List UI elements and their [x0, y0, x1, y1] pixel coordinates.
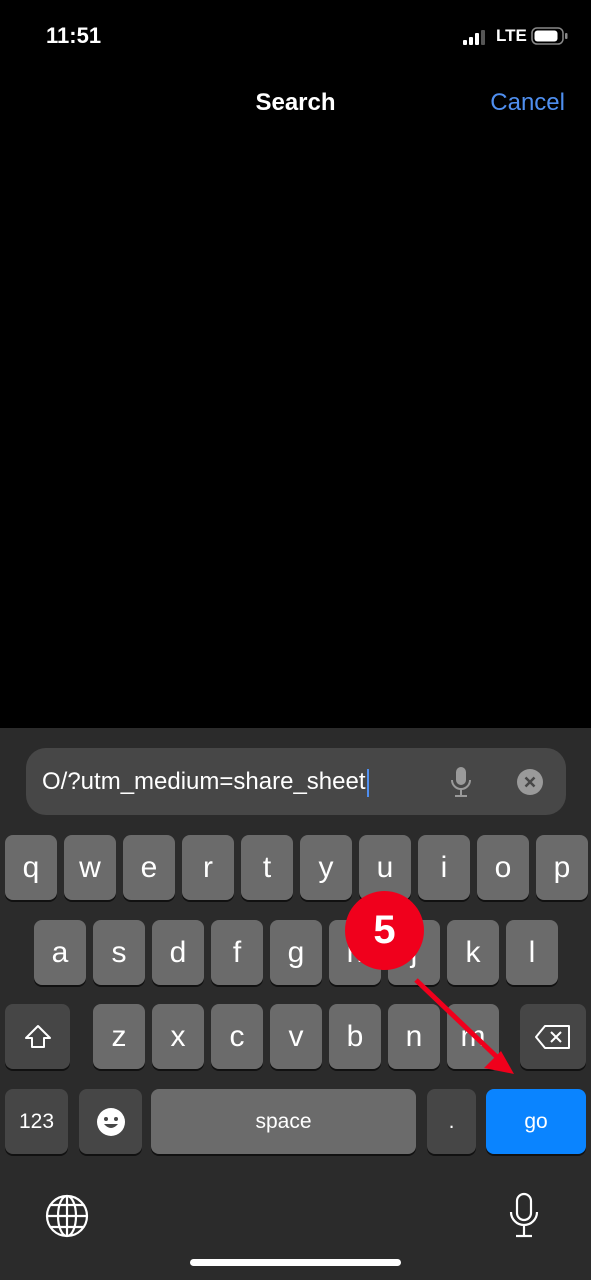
key-s[interactable]: s: [93, 920, 145, 985]
shift-icon: [24, 1024, 51, 1048]
dictation-microphone-icon[interactable]: [508, 1192, 540, 1240]
key-c[interactable]: c: [211, 1004, 263, 1069]
microphone-icon[interactable]: [450, 766, 472, 798]
go-key[interactable]: go: [486, 1089, 586, 1154]
search-input[interactable]: O/?utm_medium=share_sheet: [26, 748, 566, 815]
key-l[interactable]: l: [506, 920, 558, 985]
key-z[interactable]: z: [93, 1004, 145, 1069]
network-type: LTE: [496, 26, 527, 45]
globe-icon[interactable]: [45, 1194, 89, 1238]
space-key[interactable]: space: [151, 1089, 416, 1154]
key-r[interactable]: r: [182, 835, 234, 900]
key-b[interactable]: b: [329, 1004, 381, 1069]
key-n[interactable]: n: [388, 1004, 440, 1069]
key-y[interactable]: y: [300, 835, 352, 900]
key-q[interactable]: q: [5, 835, 57, 900]
step-badge: 5: [345, 891, 424, 970]
key-x[interactable]: x: [152, 1004, 204, 1069]
key-k[interactable]: k: [447, 920, 499, 985]
cancel-button[interactable]: Cancel: [490, 89, 565, 117]
backspace-icon: [535, 1024, 570, 1049]
key-f[interactable]: f: [211, 920, 263, 985]
key-t[interactable]: t: [241, 835, 293, 900]
key-p[interactable]: p: [536, 835, 588, 900]
key-a[interactable]: a: [34, 920, 86, 985]
key-v[interactable]: v: [270, 1004, 322, 1069]
home-indicator: [190, 1259, 401, 1266]
battery-icon: [531, 27, 568, 45]
emoji-key[interactable]: [79, 1089, 142, 1154]
key-o[interactable]: o: [477, 835, 529, 900]
search-input-value: O/?utm_medium=share_sheet: [42, 768, 366, 795]
numbers-key[interactable]: 123: [5, 1089, 68, 1154]
status-time: 11:51: [46, 23, 102, 48]
key-d[interactable]: d: [152, 920, 204, 985]
key-m[interactable]: m: [447, 1004, 499, 1069]
key-g[interactable]: g: [270, 920, 322, 985]
emoji-icon: [96, 1107, 125, 1136]
key-e[interactable]: e: [123, 835, 175, 900]
delete-key[interactable]: [520, 1004, 586, 1069]
signal-icon: [463, 30, 485, 45]
period-key[interactable]: .: [427, 1089, 476, 1154]
clear-circle-icon[interactable]: [517, 769, 543, 795]
key-i[interactable]: i: [418, 835, 470, 900]
shift-key[interactable]: [5, 1004, 70, 1069]
text-caret: [366, 768, 369, 797]
key-w[interactable]: w: [64, 835, 116, 900]
